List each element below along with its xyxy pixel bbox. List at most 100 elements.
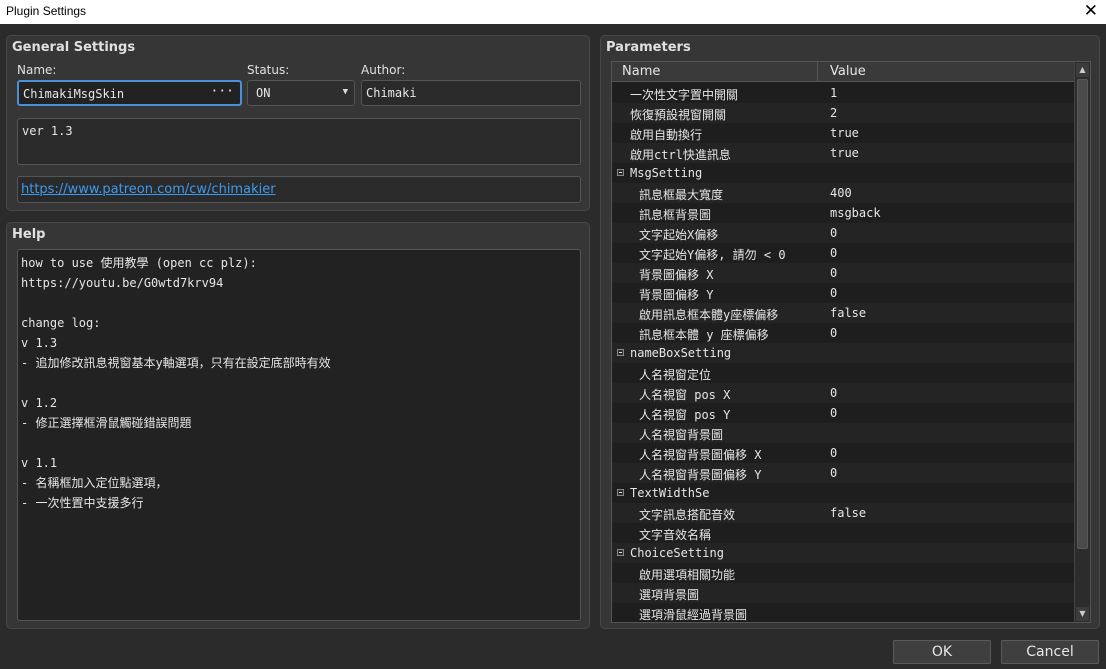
parameter-name: TextWidthSe [630, 486, 710, 500]
parameter-value: true [830, 146, 859, 160]
parameter-name: 一次性文字置中開關 [630, 88, 739, 102]
table-row[interactable]: 啟用訊息框本體y座標偏移 false [612, 303, 1074, 323]
url-field[interactable]: https://www.patreon.com/cw/chimakier [17, 176, 581, 203]
parameter-value: false [830, 306, 867, 320]
status-select[interactable]: ON ▼ [247, 80, 355, 106]
table-row[interactable]: 人名視窗背景圖偏移 X 0 [612, 443, 1074, 463]
table-row[interactable]: 選項背景圖 [612, 583, 1074, 603]
column-divider [817, 62, 818, 82]
name-label: Name: [17, 63, 57, 77]
parameter-value: 0 [830, 286, 838, 300]
column-value-header[interactable]: Value [830, 64, 866, 79]
parameter-value: false [830, 506, 867, 520]
parameter-name: 人名視窗 pos Y [639, 408, 731, 422]
table-row[interactable]: 啟用ctrl快進訊息 true [612, 143, 1074, 163]
parameter-name: 選項背景圖 [639, 588, 700, 602]
scroll-down-icon[interactable]: ▼ [1076, 607, 1089, 621]
parameter-value: msgback [830, 206, 881, 220]
parameter-value: 0 [830, 446, 838, 460]
parameter-name: 訊息框背景圖 [639, 208, 712, 222]
plugin-settings-window: Plugin Settings ✕ General Settings Name:… [0, 0, 1106, 669]
scroll-up-icon[interactable]: ▲ [1076, 63, 1089, 77]
description-value: ver 1.3 [22, 124, 73, 138]
table-row[interactable]: 一次性文字置中開關 1 [612, 83, 1074, 103]
table-row[interactable]: 選項滑鼠經過背景圖 [612, 603, 1074, 623]
vertical-scrollbar[interactable]: ▲ ▼ [1074, 62, 1090, 622]
close-icon[interactable]: ✕ [1084, 1, 1098, 21]
table-group-row[interactable]: ChoiceSetting [612, 543, 1074, 563]
parameter-value: true [830, 126, 859, 140]
ok-button[interactable]: OK [893, 640, 991, 664]
table-row[interactable]: 文字訊息搭配音效 false [612, 503, 1074, 523]
help-textarea[interactable]: how to use 使用教學 (open cc plz): https://y… [17, 249, 581, 621]
parameter-name: 啟用選項相關功能 [639, 568, 736, 582]
parameter-name: 文字音效名稱 [639, 528, 712, 542]
parameter-name: 啟用訊息框本體y座標偏移 [639, 308, 779, 322]
parameter-name: 人名視窗定位 [639, 368, 712, 382]
table-row[interactable]: 文字起始Y偏移, 請勿 < 0 0 [612, 243, 1074, 263]
collapse-icon[interactable] [617, 169, 624, 176]
parameter-value: 0 [830, 266, 838, 280]
parameter-name: 人名視窗背景圖偏移 X [639, 448, 762, 462]
status-label: Status: [247, 63, 290, 77]
table-row[interactable]: 文字起始X偏移 0 [612, 223, 1074, 243]
parameter-value: 400 [830, 186, 852, 200]
author-value: Chimaki [366, 86, 417, 100]
table-row[interactable]: 人名視窗背景圖 [612, 423, 1074, 443]
parameter-value: 0 [830, 466, 838, 480]
table-header: Name Value [612, 62, 1074, 82]
table-row[interactable]: 啟用自動換行 true [612, 123, 1074, 143]
author-label: Author: [361, 63, 406, 77]
parameter-value: 0 [830, 326, 838, 340]
scroll-thumb[interactable] [1077, 79, 1088, 549]
parameter-name: 啟用ctrl快進訊息 [630, 148, 731, 162]
table-group-row[interactable]: MsgSetting [612, 163, 1074, 183]
parameter-value: 0 [830, 386, 838, 400]
parameters-title: Parameters [606, 40, 691, 55]
table-row[interactable]: 人名視窗 pos Y 0 [612, 403, 1074, 423]
table-row[interactable]: 訊息框最大寬度 400 [612, 183, 1074, 203]
table-row[interactable]: 背景圖偏移 X 0 [612, 263, 1074, 283]
table-row[interactable]: 訊息框背景圖 msgback [612, 203, 1074, 223]
status-value: ON [256, 86, 271, 100]
table-row[interactable]: 文字音效名稱 [612, 523, 1074, 543]
parameter-name: ChoiceSetting [630, 546, 724, 560]
help-panel: Help how to use 使用教學 (open cc plz): http… [6, 222, 590, 629]
parameters-table: Name Value 一次性文字置中開關 1 恢復預設視窗開關 2 啟用自動換行 true… [611, 61, 1091, 623]
name-value: ChimakiMsgSkin [23, 87, 125, 101]
author-field[interactable]: Chimaki [361, 80, 581, 106]
parameter-value: 0 [830, 406, 838, 420]
parameter-name: 文字起始X偏移 [639, 228, 719, 242]
parameter-name: 人名視窗 pos X [639, 388, 731, 402]
table-row[interactable]: 人名視窗定位 [612, 363, 1074, 383]
parameter-name: 文字起始Y偏移, 請勿 < 0 [639, 248, 786, 262]
chevron-down-icon: ▼ [342, 87, 348, 97]
parameter-name: 選項滑鼠經過背景圖 [639, 608, 748, 622]
collapse-icon[interactable] [617, 489, 624, 496]
name-field[interactable]: ChimakiMsgSkin ··· [17, 80, 242, 106]
table-row[interactable]: 背景圖偏移 Y 0 [612, 283, 1074, 303]
parameters-panel: Parameters Name Value 一次性文字置中開關 1 恢復預設視窗開關… [600, 35, 1100, 629]
parameter-name: 人名視窗背景圖 [639, 428, 724, 442]
table-row[interactable]: 人名視窗背景圖偏移 Y 0 [612, 463, 1074, 483]
table-row[interactable]: 訊息框本體 y 座標偏移 0 [612, 323, 1074, 343]
column-name-header[interactable]: Name [622, 64, 660, 79]
description-field[interactable]: ver 1.3 [17, 118, 581, 165]
parameter-name: 訊息框本體 y 座標偏移 [639, 328, 769, 342]
table-row[interactable]: 啟用選項相關功能 [612, 563, 1074, 583]
parameter-name: nameBoxSetting [630, 346, 732, 360]
cancel-button[interactable]: Cancel [1001, 640, 1099, 664]
collapse-icon[interactable] [617, 349, 624, 356]
help-text: how to use 使用教學 (open cc plz): https://y… [21, 256, 331, 510]
table-group-row[interactable]: TextWidthSe [612, 483, 1074, 503]
collapse-icon[interactable] [617, 549, 624, 556]
parameter-name: 文字訊息搭配音效 [639, 508, 736, 522]
parameter-name: 啟用自動換行 [630, 128, 703, 142]
patreon-link[interactable]: https://www.patreon.com/cw/chimakier [21, 182, 276, 197]
table-row[interactable]: 人名視窗 pos X 0 [612, 383, 1074, 403]
table-group-row[interactable]: nameBoxSetting [612, 343, 1074, 363]
general-settings-panel: General Settings Name: ChimakiMsgSkin ··… [6, 35, 590, 211]
browse-button[interactable]: ··· [211, 84, 234, 99]
table-row[interactable]: 恢復預設視窗開關 2 [612, 103, 1074, 123]
parameter-name: 背景圖偏移 X [639, 268, 714, 282]
